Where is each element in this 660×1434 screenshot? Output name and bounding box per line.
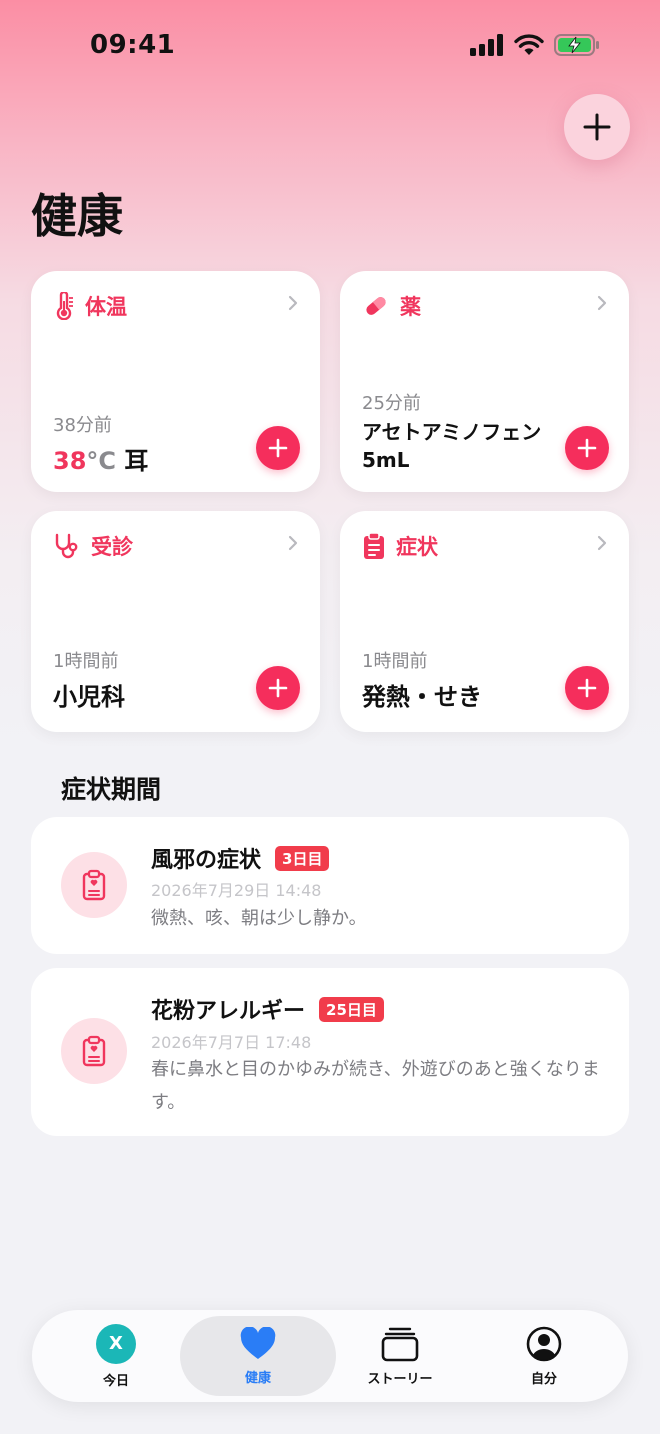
card-title: 体温 [85,295,127,319]
card-header: 体温 [53,291,127,321]
add-symptom-button[interactable] [565,666,609,710]
temperature-value: 38 [53,447,87,475]
plus-icon [268,438,288,458]
stethoscope-icon [55,533,78,559]
card-value: 発熱・せき [362,683,482,711]
card-header: 薬 [362,291,421,321]
period-name: 花粉アレルギー 25日目 [151,993,384,1025]
card-title: 薬 [400,295,421,319]
clipboard-icon [364,532,384,559]
tab-me[interactable]: 自分 [467,1316,621,1396]
card-title: 受診 [91,535,133,559]
day-badge: 25日目 [319,996,384,1022]
card-time: 1時間前 [53,651,119,672]
pill-icon [366,297,386,315]
battery-charging-icon [554,34,599,56]
symptom-card[interactable]: 症状 1時間前 発熱・せき [340,511,629,732]
symptom-period-item[interactable]: 風邪の症状 3日目 2026年7月29日 14:48 微熱、咳、朝は少し静か。 [31,817,629,954]
card-header: 症状 [362,531,438,561]
cellular-signal-icon [470,34,503,56]
thermometer-icon [56,292,73,320]
plus-icon [268,678,288,698]
period-date: 2026年7月29日 14:48 [151,881,322,900]
tab-label: 今日 [102,1373,129,1389]
status-time: 09:41 [90,30,176,60]
heart-icon [240,1326,276,1359]
card-time: 1時間前 [362,651,428,672]
card-value: 小児科 [53,683,125,711]
period-description: 春に鼻水と目のかゆみが続き、外遊びのあと強くなります。 [151,1059,600,1113]
plus-icon [583,113,611,141]
tab-label: 健康 [244,1370,271,1386]
plus-icon [577,678,597,698]
tab-bar: X 今日 健康 ストーリー 自分 [32,1310,628,1402]
period-description: 微熱、咳、朝は少し静か。 [151,908,367,929]
period-date: 2026年7月7日 17:48 [151,1033,312,1052]
chevron-right-icon [597,295,607,311]
temperature-unit: °C [86,447,117,475]
card-title: 症状 [396,535,438,559]
tab-today[interactable]: X 今日 [39,1316,193,1396]
card-header: 受診 [53,531,133,561]
card-time: 25分前 [362,393,421,414]
person-circle-icon [526,1326,562,1361]
period-title: 花粉アレルギー [151,999,306,1024]
tab-label: 自分 [530,1371,557,1387]
period-name: 風邪の症状 3日目 [151,842,330,874]
clipboard-heart-icon [61,852,127,918]
avatar: X [96,1323,136,1364]
section-title: 症状期間 [61,775,162,804]
add-record-button[interactable] [564,94,630,160]
page-title: 健康 [31,189,123,243]
add-medicine-button[interactable] [565,426,609,470]
add-visit-button[interactable] [256,666,300,710]
chevron-right-icon [288,535,298,551]
stacked-cards-icon [381,1327,419,1361]
tab-label: ストーリー [367,1371,433,1387]
card-value: アセトアミノフェン 5mL [362,420,542,472]
symptom-period-item[interactable]: 花粉アレルギー 25日目 2026年7月7日 17:48 春に鼻水と目のかゆみが… [31,968,629,1136]
day-badge: 3日目 [275,845,330,871]
period-title: 風邪の症状 [151,848,262,873]
plus-icon [577,438,597,458]
medicine-card[interactable]: 薬 25分前 アセトアミノフェン 5mL [340,271,629,492]
chevron-right-icon [597,535,607,551]
status-icons [470,34,600,56]
temperature-card[interactable]: 体温 38分前 38°C 耳 [31,271,320,492]
card-value: 38°C 耳 [53,441,148,476]
visit-card[interactable]: 受診 1時間前 小児科 [31,511,320,732]
chevron-right-icon [288,295,298,311]
temperature-site: 耳 [116,447,149,475]
clipboard-heart-icon [61,1018,127,1084]
health-screen: 09:41 健康 体温 38分前 38°C 耳 薬 25分前 アセトアミノフェン… [0,0,660,1434]
card-time: 38分前 [53,415,112,436]
tab-stories[interactable]: ストーリー [323,1316,477,1396]
wifi-icon [514,34,544,55]
add-temperature-button[interactable] [256,426,300,470]
tab-health[interactable]: 健康 [181,1316,335,1396]
